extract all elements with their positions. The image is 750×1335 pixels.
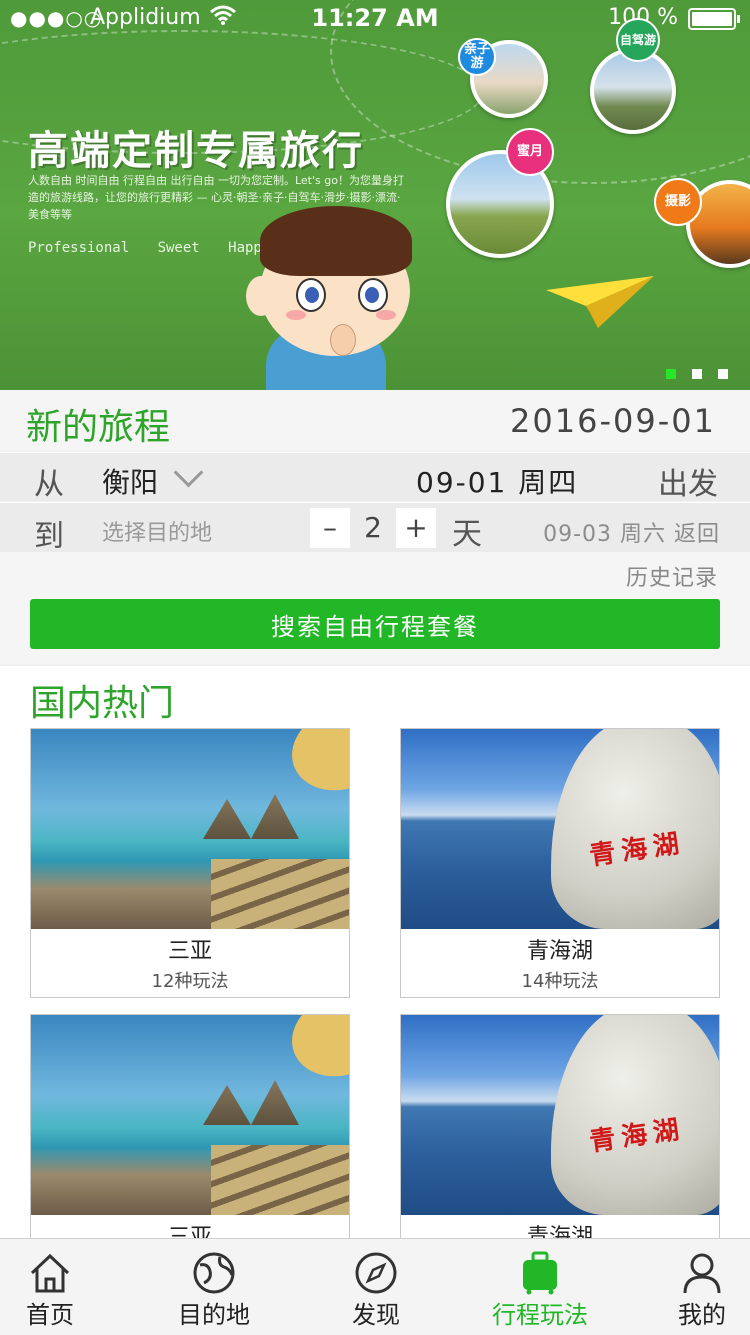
user-icon bbox=[680, 1251, 724, 1295]
hot-destinations: 国内热门 三亚 12种玩法 青海湖 青海湖 14种玩法 三亚 青海湖 青海湖 bbox=[0, 666, 750, 1256]
tab-itinerary[interactable]: 行程玩法 bbox=[478, 1239, 602, 1335]
banner-title: 高端定制专属旅行 bbox=[28, 128, 364, 174]
tag-roadtrip: 自驾游 bbox=[616, 18, 660, 62]
days-unit: 天 bbox=[452, 517, 482, 552]
tab-label: 发现 bbox=[352, 1301, 400, 1329]
page-dot[interactable] bbox=[718, 369, 728, 379]
sanya-photo bbox=[31, 1015, 349, 1215]
paper-plane-icon bbox=[546, 272, 656, 336]
trip-date: 2016-09-01 bbox=[510, 402, 716, 440]
destination-card[interactable]: 三亚 bbox=[30, 1014, 350, 1256]
banner-pagination[interactable] bbox=[650, 364, 728, 383]
from-row: 从 衡阳 09-01 周四 出发 bbox=[0, 452, 750, 502]
destination-name: 青海湖 bbox=[526, 939, 593, 964]
tab-label: 我的 bbox=[678, 1301, 726, 1329]
section-title: 新的旅程 bbox=[26, 407, 171, 448]
depart-label: 出发 bbox=[658, 467, 718, 502]
section-title: 国内热门 bbox=[30, 683, 175, 724]
history-link[interactable]: 历史记录 bbox=[626, 560, 718, 592]
search-button[interactable]: 搜索自由行程套餐 bbox=[30, 599, 720, 649]
banner-words: Professional Sweet Happy bbox=[28, 240, 271, 256]
tag-honeymoon: 蜜月 bbox=[506, 128, 554, 176]
destination-count: 12种玩法 bbox=[151, 971, 229, 992]
promo-banner[interactable]: ●●●○○ Applidium 11:27 AM 100 % 高端定制专属旅行 … bbox=[0, 0, 750, 390]
tag-photography: 摄影 bbox=[654, 178, 702, 226]
tab-home[interactable]: 首页 bbox=[0, 1239, 100, 1335]
from-city: 衡阳 bbox=[102, 466, 159, 499]
depart-date[interactable]: 09-01 周四 bbox=[416, 461, 578, 501]
days-minus-button[interactable]: – bbox=[310, 508, 350, 548]
luggage-icon bbox=[518, 1251, 562, 1295]
tab-label: 首页 bbox=[26, 1301, 74, 1329]
destination-card[interactable]: 三亚 12种玩法 bbox=[30, 728, 350, 998]
days-plus-button[interactable]: + bbox=[396, 508, 436, 548]
compass-icon bbox=[354, 1251, 398, 1295]
destination-name: 三亚 bbox=[167, 939, 212, 964]
destination-input[interactable]: 选择目的地 bbox=[102, 515, 212, 547]
destination-card[interactable]: 青海湖 青海湖 bbox=[400, 1014, 720, 1256]
search-area: 历史记录 搜索自由行程套餐 bbox=[0, 552, 750, 664]
battery-icon bbox=[688, 8, 740, 30]
tab-mine[interactable]: 我的 bbox=[656, 1239, 748, 1335]
return-date: 09-03 周六 返回 bbox=[543, 522, 720, 547]
tab-destination[interactable]: 目的地 bbox=[156, 1239, 272, 1335]
chevron-down-icon bbox=[173, 457, 204, 488]
page-dot-active[interactable] bbox=[666, 369, 676, 379]
sanya-photo bbox=[31, 729, 349, 929]
qinghai-photo: 青海湖 bbox=[401, 729, 719, 929]
home-icon bbox=[28, 1251, 72, 1295]
qinghai-photo: 青海湖 bbox=[401, 1015, 719, 1215]
tab-discover[interactable]: 发现 bbox=[326, 1239, 426, 1335]
cartoon-boy bbox=[246, 206, 426, 390]
destination-card[interactable]: 青海湖 青海湖 14种玩法 bbox=[400, 728, 720, 998]
tab-label: 行程玩法 bbox=[492, 1301, 588, 1329]
from-label: 从 bbox=[34, 467, 64, 502]
page-dot[interactable] bbox=[692, 369, 702, 379]
from-city-select[interactable]: 衡阳 bbox=[102, 453, 212, 501]
globe-icon bbox=[192, 1251, 236, 1295]
destination-count: 14种玩法 bbox=[521, 971, 599, 992]
trip-header: 新的旅程 2016-09-01 bbox=[0, 390, 750, 450]
tag-family: 亲子游 bbox=[458, 38, 496, 76]
to-label: 到 bbox=[34, 519, 64, 554]
tab-label: 目的地 bbox=[178, 1301, 250, 1329]
tab-bar: 首页 目的地 发现 行程玩法 我的 bbox=[0, 1238, 750, 1335]
days-value: 2 bbox=[364, 511, 382, 544]
to-row: 到 选择目的地 – 2 + 天 09-03 周六 返回 bbox=[0, 502, 750, 554]
